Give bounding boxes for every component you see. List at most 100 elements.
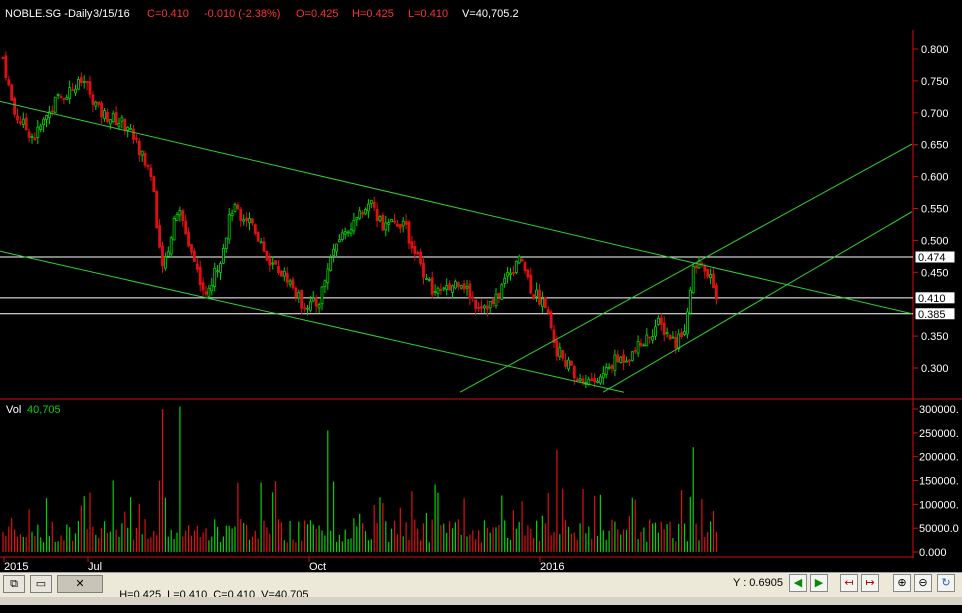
restore-icon[interactable]: ⧉ xyxy=(3,575,25,593)
scroll-left-icon[interactable]: ◀ xyxy=(789,574,807,592)
candle-body xyxy=(282,270,286,277)
candle-body xyxy=(175,214,179,221)
candle-body xyxy=(535,289,538,297)
candle-body xyxy=(549,311,553,329)
candle-body xyxy=(352,219,356,232)
candle-body xyxy=(506,272,510,277)
volume-tick-label: 150000. xyxy=(919,476,959,488)
candle-body xyxy=(123,118,127,130)
volume-tick-label: 250000. xyxy=(919,428,959,440)
zoom-range-icon[interactable]: ↦ xyxy=(861,574,879,592)
candle-body xyxy=(242,219,246,222)
candle-body xyxy=(404,221,408,225)
chart-canvas[interactable]: NOBLE.SG -Daily 3/15/16 C=0.410 -0.010 (… xyxy=(0,0,962,572)
candle-body xyxy=(665,332,669,334)
candle-body xyxy=(250,218,254,224)
candle-body xyxy=(633,349,637,352)
candle-body xyxy=(195,263,199,270)
candle-body xyxy=(616,354,620,363)
candle-body xyxy=(654,326,657,337)
zoom-out-icon[interactable]: ⊖ xyxy=(914,574,932,592)
candle-body xyxy=(564,360,567,367)
candle-body xyxy=(152,176,156,193)
candle-body xyxy=(680,332,683,337)
candle-body xyxy=(596,380,599,383)
candle-body xyxy=(311,297,315,302)
candle-body xyxy=(294,287,298,298)
candle-body xyxy=(262,241,266,252)
candle-body xyxy=(314,297,318,307)
candle-body xyxy=(271,262,275,265)
candle-body xyxy=(581,378,585,384)
candle-body xyxy=(703,266,707,272)
candle-body xyxy=(642,344,646,347)
candle-body xyxy=(4,55,8,78)
candle-body xyxy=(668,334,672,340)
candle-body xyxy=(453,281,457,289)
candle-body xyxy=(239,209,243,221)
candle-body xyxy=(558,347,562,358)
candle-body xyxy=(491,299,495,305)
candle-body xyxy=(448,283,452,291)
candle-body xyxy=(221,248,225,264)
candle-body xyxy=(384,222,388,231)
candle-body xyxy=(68,87,72,99)
candle-body xyxy=(79,77,83,84)
candle-body xyxy=(114,112,118,126)
refresh-icon[interactable]: ↻ xyxy=(937,574,955,592)
candle-body xyxy=(210,284,214,292)
candle-body xyxy=(137,140,141,156)
candle-body xyxy=(688,289,692,314)
zoom-fit-icon[interactable]: ↤ xyxy=(840,574,858,592)
candle-body xyxy=(39,125,43,130)
candle-body xyxy=(18,121,22,124)
candle-body xyxy=(683,331,686,335)
candle-body xyxy=(88,81,92,95)
zoom-in-icon[interactable]: ⊕ xyxy=(893,574,911,592)
status-ohlc: H=0.425 L=0.410 C=0.410 V=40,705 xyxy=(107,577,315,613)
candle-body xyxy=(146,164,150,168)
candle-body xyxy=(178,210,182,216)
level-marker-label: 0.410 xyxy=(918,293,946,305)
candle-body xyxy=(27,131,31,138)
candle-body xyxy=(65,97,69,100)
candle-body xyxy=(430,277,434,295)
candle-body xyxy=(192,250,196,262)
candle-body xyxy=(572,366,576,379)
candle-body xyxy=(622,354,625,363)
candle-body xyxy=(184,220,188,235)
candle-body xyxy=(245,217,249,221)
window-icon[interactable]: ▭ xyxy=(30,575,52,593)
candle-body xyxy=(662,322,666,336)
candle-body xyxy=(303,307,307,310)
candle-body xyxy=(308,301,312,311)
candle-body xyxy=(715,285,718,300)
candle-body xyxy=(30,136,34,138)
candle-body xyxy=(332,248,336,256)
candle-body xyxy=(401,220,405,227)
candle-body xyxy=(604,367,608,375)
candle-body xyxy=(395,223,399,227)
candle-body xyxy=(158,225,162,248)
candle-body xyxy=(361,212,365,215)
candle-body xyxy=(462,283,466,290)
candle-body xyxy=(599,376,602,384)
candle-body xyxy=(555,340,559,357)
candle-body xyxy=(567,359,570,370)
candle-body xyxy=(422,262,425,278)
chart-background xyxy=(0,0,962,572)
candle-body xyxy=(219,263,222,273)
candle-body xyxy=(172,217,176,241)
open-label: O=0.425 xyxy=(296,8,339,20)
candle-body xyxy=(126,126,130,131)
candle-body xyxy=(291,279,295,288)
candle-body xyxy=(674,336,678,349)
collapse-button[interactable]: ✕ xyxy=(57,575,103,593)
symbol-label: NOBLE.SG -Daily xyxy=(5,8,93,20)
candle-body xyxy=(578,378,582,381)
candle-body xyxy=(103,110,106,119)
candle-body xyxy=(62,98,66,100)
scroll-right-icon[interactable]: ▶ xyxy=(810,574,828,592)
candle-body xyxy=(300,289,304,309)
chart-header: NOBLE.SG -Daily 3/15/16 C=0.410 -0.010 (… xyxy=(5,8,519,20)
